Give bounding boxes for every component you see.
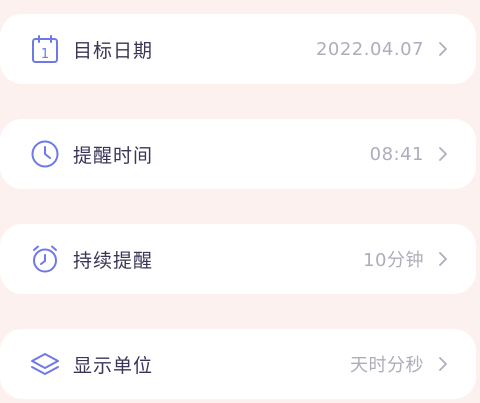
continuous-reminder-label: 持续提醒 (73, 249, 154, 272)
display-unit-label: 显示单位 (73, 354, 154, 377)
chevron-right-icon (438, 356, 448, 372)
target-date-value: 2022.04.07 (315, 38, 424, 60)
reminder-time-value: 08:41 (369, 143, 424, 165)
calendar-icon: 1 (30, 34, 60, 64)
reminder-time-label: 提醒时间 (73, 144, 154, 167)
chevron-right-icon (438, 41, 448, 57)
continuous-reminder-value: 10分钟 (363, 250, 424, 271)
display-unit-row[interactable]: 显示单位 天时分秒 (0, 329, 476, 399)
calendar-day-number: 1 (41, 47, 49, 62)
continuous-reminder-row[interactable]: 持续提醒 10分钟 (0, 224, 476, 294)
settings-list: 1 目标日期 2022.04.07 提醒时间 08:41 持续提醒 10分钟 显… (0, 0, 480, 403)
target-date-row[interactable]: 1 目标日期 2022.04.07 (0, 14, 476, 84)
chevron-right-icon (438, 251, 448, 267)
chevron-right-icon (438, 146, 448, 162)
alarm-clock-icon (30, 244, 60, 274)
layers-icon (30, 349, 60, 379)
target-date-label: 目标日期 (73, 39, 154, 62)
clock-icon (30, 139, 60, 169)
reminder-time-row[interactable]: 提醒时间 08:41 (0, 119, 476, 189)
display-unit-value: 天时分秒 (350, 355, 424, 376)
